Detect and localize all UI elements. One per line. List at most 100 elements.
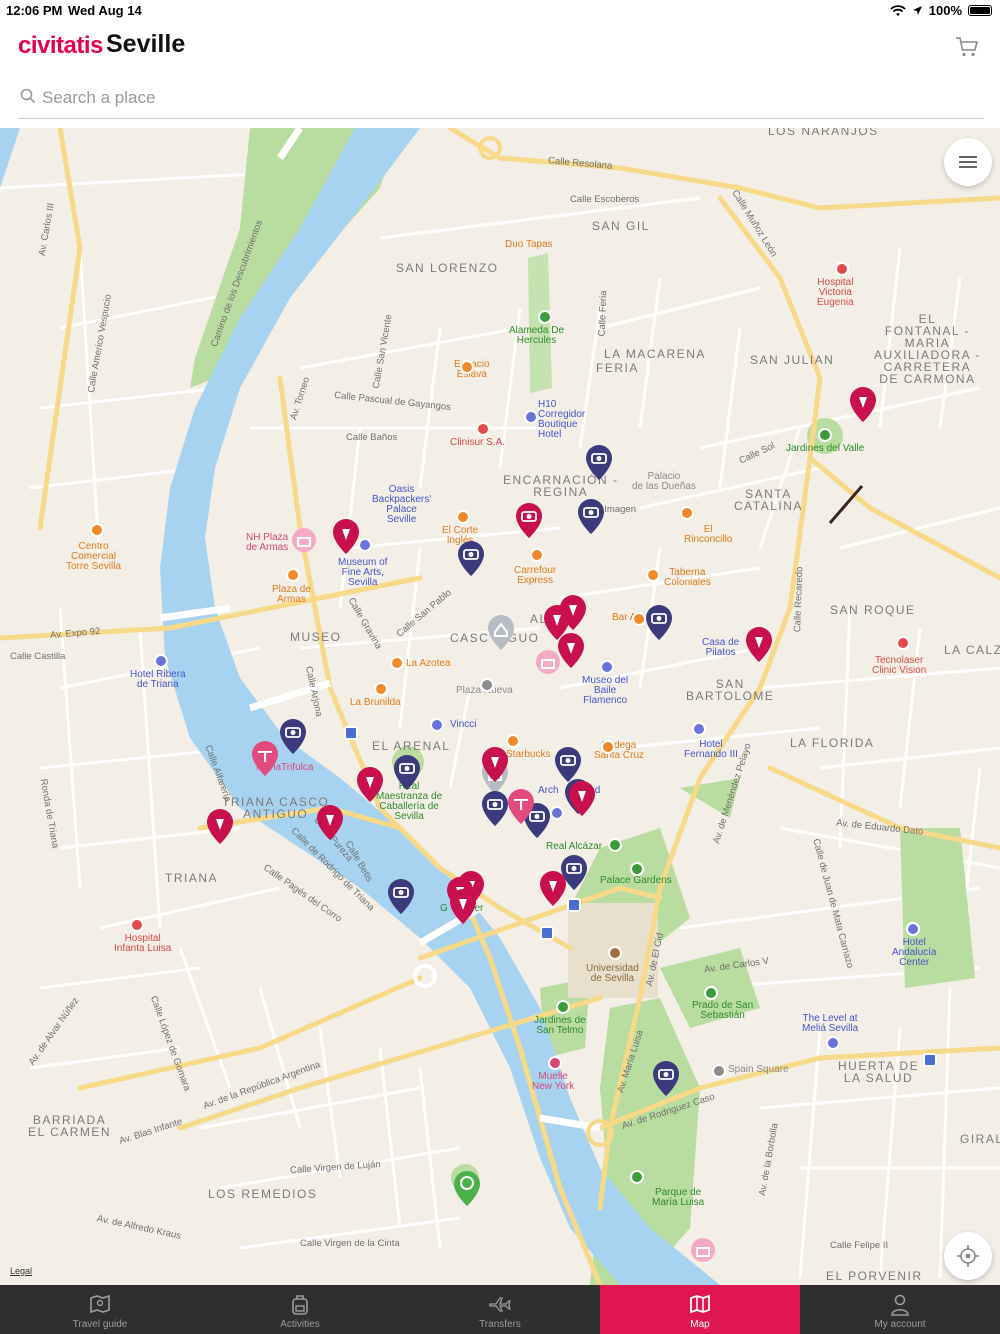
hotel-icon bbox=[154, 654, 168, 668]
shopping-icon bbox=[456, 510, 470, 524]
bike-activity-pin-icon[interactable] bbox=[250, 740, 280, 778]
district-label: LOS REMEDIOS bbox=[208, 1187, 318, 1201]
poi-label: Museum of Fine Arts, Sevilla bbox=[338, 557, 388, 588]
activity-pin-icon[interactable] bbox=[205, 808, 235, 846]
camera-pin-icon[interactable] bbox=[278, 718, 308, 756]
poi-label: Oasis Backpackers' Palace Seville bbox=[372, 484, 432, 525]
poi-label: NH Plaza de Armas bbox=[246, 532, 289, 553]
district-label: BARRIADA EL CARMEN bbox=[28, 1113, 112, 1139]
map-view[interactable]: LOS NARANJOS SAN GIL SAN LORENZO EL FONT… bbox=[0, 128, 1000, 1285]
plane-icon bbox=[489, 1297, 511, 1312]
tab-my-account[interactable]: My account bbox=[800, 1285, 1000, 1334]
activity-pin-icon[interactable] bbox=[744, 626, 774, 664]
hotel-icon bbox=[430, 718, 444, 732]
status-right: 100% bbox=[890, 3, 992, 18]
search-input[interactable] bbox=[40, 84, 944, 112]
parking-icon bbox=[540, 926, 554, 940]
street-label: Calle Castilla bbox=[10, 651, 66, 662]
poi-label: Universidad de Sevilla bbox=[586, 963, 639, 984]
activity-pin-icon[interactable] bbox=[538, 870, 568, 908]
activity-pin-icon[interactable] bbox=[480, 746, 510, 784]
district-label: SAN LORENZO bbox=[396, 261, 499, 275]
activity-pin-icon[interactable] bbox=[848, 386, 878, 424]
cathedral-marker-icon[interactable] bbox=[486, 614, 516, 652]
bike-activity-pin-icon[interactable] bbox=[506, 788, 536, 826]
activity-pin-icon[interactable] bbox=[355, 766, 385, 804]
shopping-icon bbox=[90, 523, 104, 537]
tree-marker-icon[interactable] bbox=[452, 1170, 482, 1208]
park-icon bbox=[556, 1000, 570, 1014]
camera-pin-icon[interactable] bbox=[576, 498, 606, 536]
tab-label: Travel guide bbox=[72, 1319, 128, 1330]
pink-place-marker-icon[interactable] bbox=[289, 526, 319, 564]
activity-pin-icon[interactable] bbox=[556, 632, 586, 670]
park-icon bbox=[538, 310, 552, 324]
tab-bar: Travel guide Activities Transfers Map My… bbox=[0, 1285, 1000, 1334]
street-label: Calle Recaredo bbox=[792, 566, 806, 633]
park-icon bbox=[818, 428, 832, 442]
legal-link[interactable]: Legal bbox=[10, 1266, 32, 1276]
poi-label: H10 Corregidor Boutique Hotel bbox=[538, 399, 586, 440]
app-header: civitatis Seville bbox=[0, 22, 1000, 128]
search-bar[interactable] bbox=[18, 78, 984, 119]
district-label: GIRAL bbox=[960, 1132, 1000, 1146]
poi-label: Parque de María Luisa bbox=[652, 1187, 705, 1208]
cart-icon[interactable] bbox=[954, 34, 980, 60]
district-label: SAN BARTOLOME bbox=[686, 677, 775, 703]
restaurant-icon bbox=[460, 360, 474, 374]
camera-pin-icon[interactable] bbox=[651, 1060, 681, 1098]
district-label: LOS NARANJOS bbox=[768, 128, 879, 138]
district-label: EL FONTANAL - MARIA AUXILIADORA - CARRET… bbox=[874, 312, 981, 386]
bus-stop-icon bbox=[923, 1053, 937, 1067]
tab-label: Map bbox=[690, 1319, 710, 1330]
poi-label: Hospital Infanta Luisa bbox=[114, 933, 172, 954]
poi-label: Jardines del Valle bbox=[786, 443, 865, 454]
park-icon bbox=[630, 1170, 644, 1184]
search-icon bbox=[20, 88, 36, 104]
hotel-icon bbox=[826, 1036, 840, 1050]
poi-label: Carrefour Express bbox=[514, 565, 557, 586]
district-label: MUSEO bbox=[290, 630, 342, 644]
restaurant-icon bbox=[680, 506, 694, 520]
hotel-icon bbox=[692, 722, 706, 736]
activity-pin-icon[interactable] bbox=[331, 518, 361, 556]
map-layers-menu-button[interactable] bbox=[944, 138, 992, 186]
street-label: Calle Feria bbox=[596, 290, 610, 337]
hospital-icon bbox=[835, 262, 849, 276]
activity-pin-icon[interactable] bbox=[567, 780, 597, 818]
poi-label: Hotel Ribera de Triana bbox=[130, 669, 186, 690]
tab-travel-guide[interactable]: Travel guide bbox=[0, 1285, 200, 1334]
location-arrow-icon bbox=[912, 6, 922, 15]
poi-label: Museo del Baile Flamenco bbox=[582, 675, 629, 706]
locate-me-button[interactable] bbox=[944, 1232, 992, 1280]
activity-pin-icon[interactable] bbox=[315, 804, 345, 842]
poi-label: El Rinconcillo bbox=[684, 524, 733, 545]
poi-label: Hospital Victoria Eugenia bbox=[817, 277, 854, 308]
poi-label: Clinisur S.A. bbox=[450, 437, 506, 448]
camera-pin-icon[interactable] bbox=[456, 540, 486, 578]
street-label: Calle Escoberos bbox=[570, 194, 640, 205]
poi-label: Casa de Pilatos bbox=[702, 637, 740, 658]
camera-pin-icon[interactable] bbox=[584, 444, 614, 482]
restaurant-icon bbox=[646, 568, 660, 582]
poi-label: Vincci bbox=[450, 719, 477, 730]
tab-map[interactable]: Map bbox=[600, 1285, 800, 1334]
pink-place-marker-icon[interactable] bbox=[688, 1236, 718, 1274]
camera-pin-icon[interactable] bbox=[392, 754, 422, 792]
camera-activity-pin-icon[interactable] bbox=[514, 502, 544, 540]
poi-label: Starbucks bbox=[506, 749, 551, 760]
district-label: EL PORVENIR bbox=[826, 1269, 923, 1283]
menu-icon bbox=[959, 156, 977, 168]
camera-pin-icon[interactable] bbox=[386, 878, 416, 916]
camera-pin-icon[interactable] bbox=[644, 604, 674, 642]
poi-label: Prado de San Sebastián bbox=[692, 1000, 754, 1021]
landmark-icon bbox=[712, 1064, 726, 1078]
tab-transfers[interactable]: Transfers bbox=[400, 1285, 600, 1334]
status-date: Wed Aug 14 bbox=[68, 3, 142, 18]
street-label: Calle Baños bbox=[346, 432, 398, 443]
civitatis-logo: civitatis bbox=[18, 32, 103, 59]
tab-activities[interactable]: Activities bbox=[200, 1285, 400, 1334]
clinic-icon bbox=[476, 422, 490, 436]
poi-label: Hotel Fernando III bbox=[684, 739, 738, 760]
activity-pin-icon[interactable] bbox=[448, 888, 478, 926]
